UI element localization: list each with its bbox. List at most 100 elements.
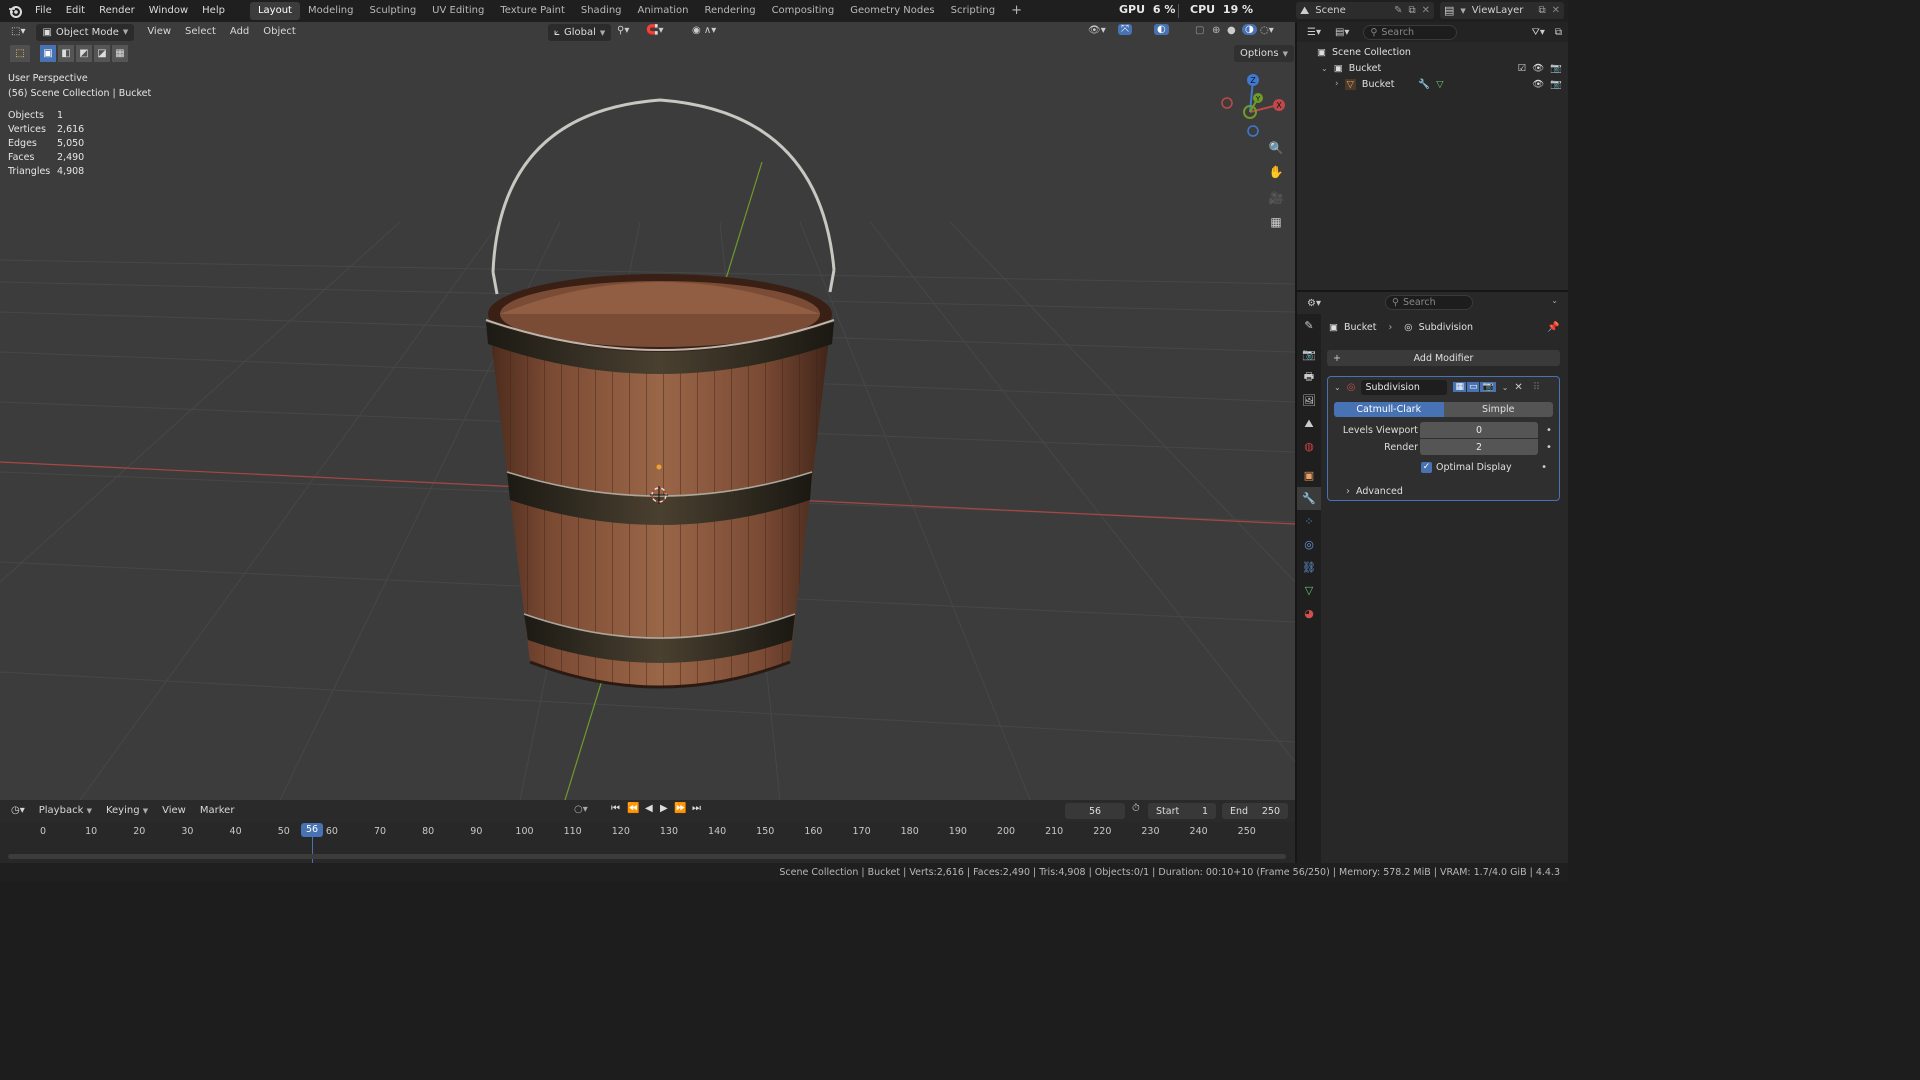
menu-select[interactable]: Select	[178, 22, 223, 42]
camera-icon[interactable]: 📷	[1550, 79, 1562, 90]
chevron-right-icon[interactable]: ›	[1335, 79, 1339, 89]
checkbox-icon[interactable]: ☑	[1518, 63, 1527, 74]
new-view-layer-icon[interactable]: ⧉	[1538, 5, 1545, 16]
camera-view-icon[interactable]: 🎥	[1265, 187, 1287, 209]
tab-scene-icon[interactable]: ⛰	[1297, 412, 1321, 435]
playhead[interactable]: 56	[301, 823, 323, 837]
tab-constraints-icon[interactable]: ⛓	[1297, 556, 1321, 579]
tab-shading[interactable]: Shading	[573, 2, 630, 20]
new-scene-icon[interactable]: ⧉	[1408, 5, 1415, 16]
tab-object-icon[interactable]: ▣	[1297, 464, 1321, 487]
menu-edit[interactable]: Edit	[59, 0, 92, 22]
transform-orientation-dropdown[interactable]: ⟀ Global ▼	[548, 24, 612, 41]
navigation-gizmo[interactable]: Z X Y	[1216, 68, 1292, 140]
select-new-icon[interactable]: ▣	[40, 45, 56, 62]
menu-file[interactable]: File	[28, 0, 59, 22]
tab-compositing[interactable]: Compositing	[764, 2, 843, 20]
gizmo-toggle-icon[interactable]: ⤧	[1118, 24, 1132, 35]
keyframe-dot-icon[interactable]: •	[1546, 425, 1552, 436]
add-modifier-button[interactable]: + Add Modifier	[1327, 350, 1560, 366]
timeline-editor-type-icon[interactable]: ◷▾	[4, 801, 32, 821]
play-reverse-icon[interactable]: ◀	[645, 803, 653, 814]
tab-output-icon[interactable]: 🖶	[1297, 366, 1321, 389]
viewport-scene[interactable]	[0, 22, 1295, 800]
properties-editor-type-icon[interactable]: ⚙▾	[1307, 298, 1321, 309]
zoom-icon[interactable]: 🔍	[1265, 137, 1287, 159]
menu-add[interactable]: Add	[223, 22, 256, 42]
overlay-toggle-icon[interactable]: ◐	[1154, 24, 1169, 35]
outliner-row-bucket-collection[interactable]: ⌄ ▣ Bucket ☑ 👁 📷	[1297, 60, 1568, 76]
display-mode-icon[interactable]: ▤▾	[1335, 27, 1349, 38]
simple-button[interactable]: Simple	[1443, 402, 1553, 417]
scene-selector[interactable]: ⛰ Scene ✎ ⧉ ✕	[1296, 2, 1434, 19]
bucket-model[interactable]	[485, 98, 836, 689]
tab-uv-editing[interactable]: UV Editing	[424, 2, 492, 20]
tab-texture-paint[interactable]: Texture Paint	[492, 2, 573, 20]
breadcrumb-modifier[interactable]: Subdivision	[1419, 322, 1473, 333]
jump-end-icon[interactable]: ⏭	[692, 803, 701, 814]
chevron-down-icon[interactable]: ⌄	[1502, 383, 1509, 392]
tab-particles-icon[interactable]: ⁘	[1297, 510, 1321, 533]
close-icon[interactable]: ✕	[1514, 382, 1522, 393]
advanced-subpanel[interactable]: › Advanced	[1328, 483, 1559, 499]
tab-tool-icon[interactable]: ✎	[1297, 314, 1321, 337]
shading-solid-icon[interactable]: ●	[1227, 25, 1236, 36]
editor-type-icon[interactable]: ⬚▾	[4, 22, 32, 42]
render-display-icon[interactable]: 📷	[1480, 382, 1496, 392]
mode-dropdown[interactable]: ▣ Object Mode ▼	[36, 23, 135, 41]
properties-search-input[interactable]: ⚲ Search	[1385, 295, 1473, 310]
pan-hand-icon[interactable]: ✋	[1265, 161, 1287, 183]
play-icon[interactable]: ▶	[660, 803, 668, 814]
eye-icon[interactable]: 👁	[1532, 79, 1544, 90]
tab-data-icon[interactable]: ▽	[1297, 579, 1321, 602]
menu-window[interactable]: Window	[142, 0, 195, 22]
timeline-editor[interactable]: ◷▾ Playback ▼ Keying ▼ View Marker ○▾ ⏮ …	[0, 800, 1295, 863]
menu-help[interactable]: Help	[195, 0, 232, 22]
tab-view-layer-icon[interactable]: 🖼	[1297, 389, 1321, 412]
mesh-data-icon[interactable]: ▽	[1436, 79, 1443, 90]
menu-playback[interactable]: Playback ▼	[32, 801, 99, 821]
chevron-down-icon[interactable]: ⌄	[1334, 383, 1341, 392]
breadcrumb-object[interactable]: Bucket	[1344, 322, 1377, 333]
tab-physics-icon[interactable]: ◎	[1297, 533, 1321, 556]
select-tool-icon[interactable]: ⬚	[10, 45, 30, 62]
menu-view[interactable]: View	[140, 22, 178, 42]
tab-modeling[interactable]: Modeling	[300, 2, 362, 20]
viewport-display-icon[interactable]: ▭	[1466, 382, 1480, 392]
properties-editor[interactable]: ⚙▾ ⚲ Search ⌄ ✎ 📷 🖶 🖼 ⛰ ◍ ▣ 🔧 ⁘ ◎ ⛓ ▽ ◕ …	[1297, 292, 1568, 863]
end-frame-field[interactable]: End 250	[1222, 803, 1288, 819]
shading-wireframe-icon[interactable]: ⊕	[1212, 25, 1220, 36]
view-layer-selector[interactable]: ▤ ▼ ViewLayer ⧉ ✕	[1440, 2, 1564, 19]
eye-icon[interactable]: 👁	[1532, 63, 1544, 74]
select-extend-icon[interactable]: ◧	[58, 45, 74, 62]
close-icon[interactable]: ✕	[1422, 5, 1430, 16]
grid-view-icon[interactable]: ▦	[1265, 211, 1287, 233]
outliner-editor-type-icon[interactable]: ☰▾	[1307, 27, 1321, 38]
tab-sculpting[interactable]: Sculpting	[361, 2, 424, 20]
options-dropdown[interactable]: Options ▼	[1234, 45, 1294, 62]
tab-modifier-icon[interactable]: 🔧	[1297, 487, 1321, 510]
select-subtract-icon[interactable]: ◩	[76, 45, 92, 62]
tab-scripting[interactable]: Scripting	[943, 2, 1003, 20]
keyframe-dot-icon[interactable]: •	[1546, 442, 1552, 453]
chevron-down-icon[interactable]: ⌄	[1321, 64, 1328, 73]
tab-material-icon[interactable]: ◕	[1297, 602, 1321, 625]
modifier-name-field[interactable]: Subdivision	[1361, 379, 1448, 395]
chevron-down-icon[interactable]: ⌄	[1551, 296, 1558, 305]
snap-icon[interactable]: 🧲▾	[646, 25, 663, 36]
tab-animation[interactable]: Animation	[630, 2, 697, 20]
add-workspace-button[interactable]: +	[1003, 2, 1030, 20]
new-collection-icon[interactable]: ⧉	[1555, 27, 1562, 38]
filter-icon[interactable]: ⛛▾	[1531, 27, 1544, 38]
optimal-display-checkbox[interactable]: ✓	[1421, 461, 1432, 473]
close-icon[interactable]: ✕	[1552, 5, 1560, 16]
blender-logo-icon[interactable]	[8, 4, 22, 18]
levels-viewport-field[interactable]: 0	[1420, 422, 1538, 438]
tab-rendering[interactable]: Rendering	[696, 2, 763, 20]
outliner-search-input[interactable]: ⚲ Search	[1363, 24, 1458, 40]
menu-keying[interactable]: Keying ▼	[99, 801, 155, 821]
outliner-row-bucket-object[interactable]: › ▽ Bucket 🔧 ▽ 👁 📷	[1297, 76, 1568, 92]
camera-icon[interactable]: 📷	[1550, 63, 1562, 74]
tab-render-icon[interactable]: 📷	[1297, 343, 1321, 366]
tab-geometry-nodes[interactable]: Geometry Nodes	[842, 2, 942, 20]
